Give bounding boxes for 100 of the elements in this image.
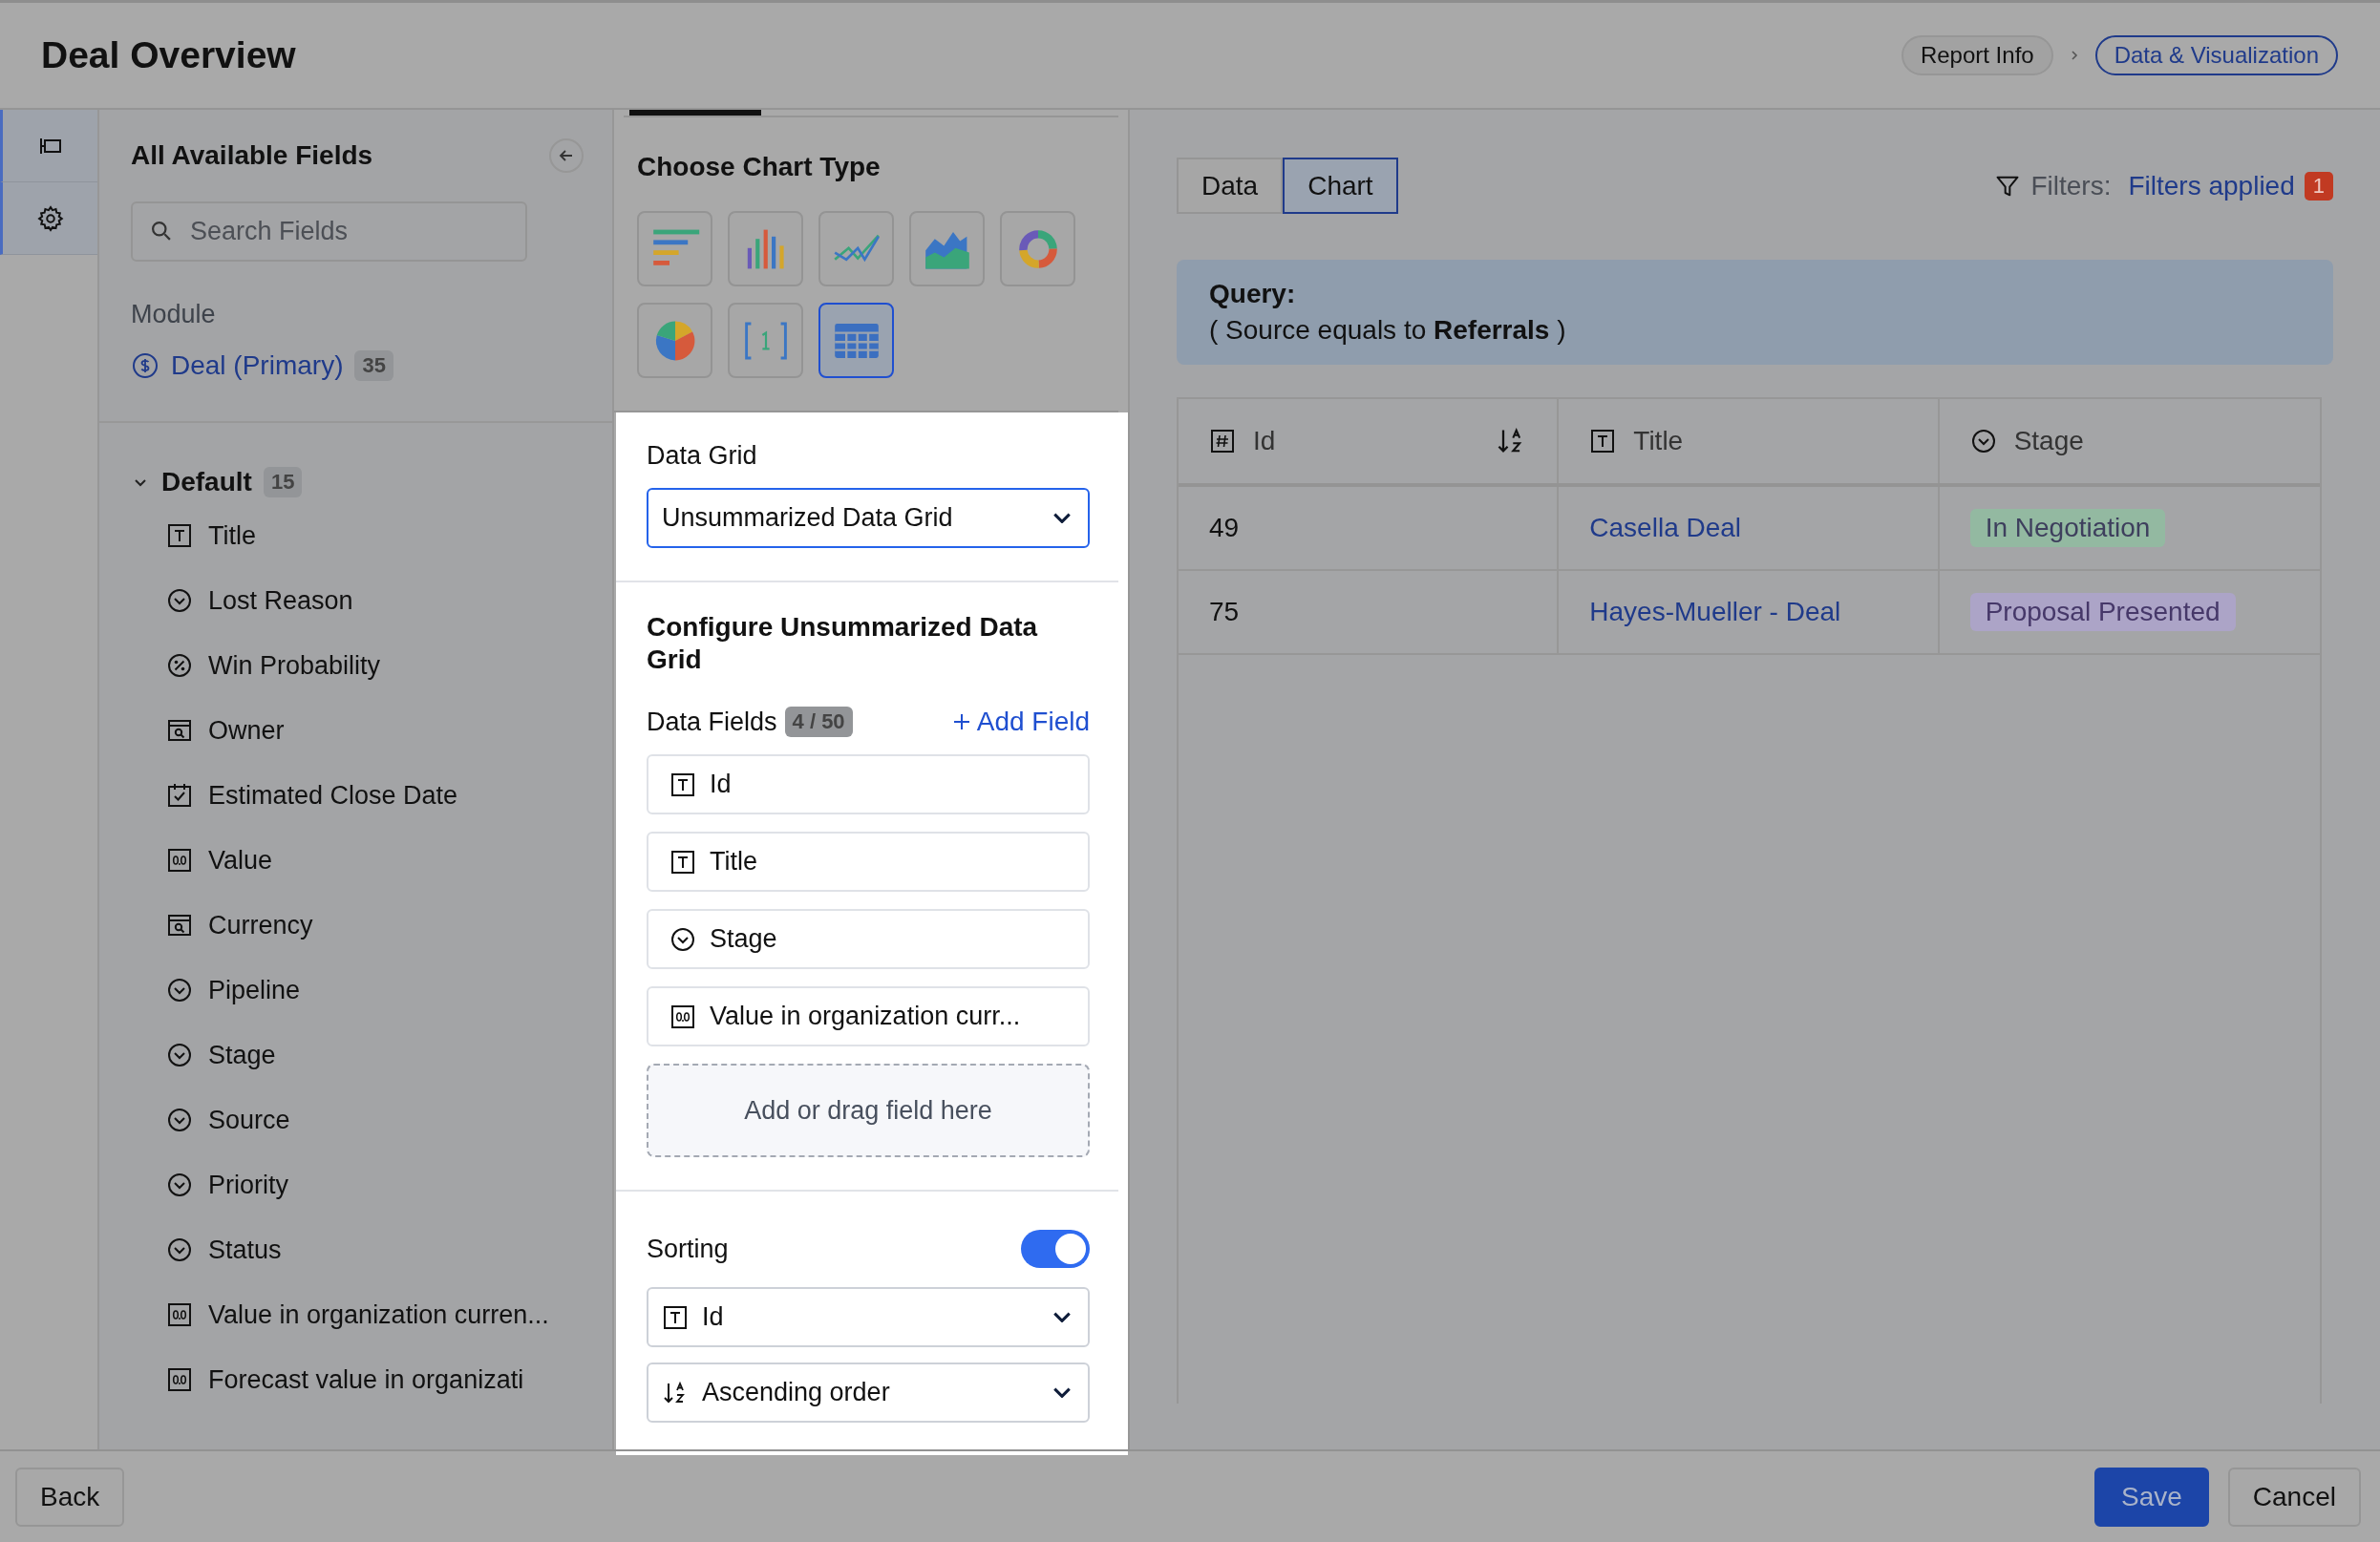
field-item[interactable]: Owner: [208, 715, 285, 746]
text-type-icon: [669, 771, 696, 798]
collapse-button[interactable]: [549, 138, 584, 173]
chart-type-button[interactable]: [728, 303, 803, 378]
column-label: Title: [1633, 426, 1685, 456]
field-item[interactable]: Pipeline: [208, 975, 301, 1005]
chevron-circle-icon: [166, 1236, 193, 1263]
field-item[interactable]: Priority: [208, 1170, 288, 1200]
filters-label: Filters:: [2030, 170, 2112, 201]
field-item[interactable]: Stage: [208, 1040, 276, 1070]
dropdown-value: Unsummarized Data Grid: [662, 503, 954, 533]
column-label: Id: [1253, 426, 1277, 456]
panel-title: All Available Fields: [131, 140, 373, 171]
view-tab[interactable]: Chart: [1283, 158, 1398, 214]
text-type-icon: [662, 1303, 689, 1331]
module-link[interactable]: Deal (Primary): [171, 350, 344, 381]
record-link[interactable]: Casella Deal: [1589, 513, 1742, 543]
chart-type-button[interactable]: [728, 211, 803, 286]
back-button[interactable]: Back: [15, 1467, 125, 1527]
column-header[interactable]: Title: [1559, 399, 1940, 483]
dollar-circle-icon: [131, 351, 159, 380]
cancel-button[interactable]: Cancel: [2227, 1467, 2361, 1527]
column-header[interactable]: Id: [1179, 399, 1560, 483]
module-label: Module: [131, 300, 217, 329]
stage-tag: In Negotiation: [1969, 509, 2166, 547]
dropdown[interactable]: Unsummarized Data Grid: [647, 488, 1090, 548]
drop-zone[interactable]: Add or drag field here: [647, 1064, 1090, 1157]
query-text: ( Source equals to Referrals ): [1209, 315, 1567, 346]
field-item[interactable]: Title: [208, 520, 256, 551]
toggle-switch[interactable]: [1021, 1230, 1090, 1268]
chevron-circle-icon: [166, 1172, 193, 1198]
column-label: Stage: [2013, 426, 2085, 456]
breadcrumb-step[interactable]: Data & Visualization: [2094, 35, 2338, 75]
column-header[interactable]: Stage: [1939, 399, 2320, 483]
data-field-item[interactable]: Stage: [647, 909, 1090, 969]
chevron-circle-icon: [669, 925, 696, 953]
panel-toggle-button[interactable]: [0, 110, 97, 182]
data-field-item[interactable]: Id: [647, 754, 1090, 814]
calendar-check-icon: [166, 782, 193, 809]
view-tab[interactable]: Data: [1177, 158, 1284, 214]
chevron-circle-icon: [166, 587, 193, 614]
data-field-item[interactable]: Title: [647, 832, 1090, 892]
lookup-field-icon: [166, 912, 193, 939]
count-badge: 4 / 50: [784, 707, 853, 737]
table-cell: 75: [1209, 597, 1240, 627]
lookup-field-icon: [166, 717, 193, 744]
field-item[interactable]: Source: [208, 1105, 290, 1135]
field-item[interactable]: Forecast value in organizati: [208, 1364, 524, 1395]
filter-count-badge: 1: [2304, 171, 2333, 201]
settings-button[interactable]: [0, 182, 97, 255]
field-item[interactable]: Currency: [208, 910, 313, 940]
group-name: Default: [161, 467, 252, 497]
field-label: Sorting: [647, 1234, 729, 1264]
stage-tag: Proposal Presented: [1969, 593, 2236, 631]
chevron-circle-icon: [166, 977, 193, 1003]
count-badge: 15: [263, 467, 303, 497]
dropdown[interactable]: Ascending order: [647, 1362, 1090, 1423]
field-label: Data Fields: [647, 707, 777, 737]
table-cell: 49: [1209, 513, 1240, 543]
chevron-circle-icon: [166, 1107, 193, 1133]
chart-type-button[interactable]: [637, 211, 712, 286]
add-field-button[interactable]: Add Field: [949, 707, 1090, 737]
chevron-down-icon: [1053, 513, 1071, 523]
chevron-circle-icon: [1969, 428, 1997, 454]
field-item[interactable]: Value in organization curren...: [208, 1299, 549, 1330]
data-field-item[interactable]: Value in organization curr...: [647, 986, 1090, 1046]
save-button[interactable]: Save: [2094, 1467, 2209, 1527]
filters-link[interactable]: Filters applied: [2128, 170, 2295, 201]
text-type-icon: [669, 848, 696, 876]
chevron-down-icon: [1053, 1312, 1071, 1322]
settings-icon: [35, 203, 65, 233]
chart-type-button[interactable]: [637, 303, 712, 378]
field-item[interactable]: Lost Reason: [208, 585, 353, 616]
chart-type-button[interactable]: [818, 211, 894, 286]
breadcrumb-step[interactable]: Report Info: [1901, 35, 2053, 75]
text-type-icon: [166, 522, 193, 549]
dropdown[interactable]: Id: [647, 1287, 1090, 1347]
chart-type-button[interactable]: [1000, 211, 1075, 286]
chevron-down-icon: [1053, 1387, 1071, 1398]
number-field-icon: [166, 847, 193, 874]
section-title: Choose Chart Type: [636, 151, 882, 182]
section-title: Configure Unsummarized Data Grid: [647, 611, 1039, 676]
field-item[interactable]: Value: [208, 845, 273, 876]
query-title: Query:: [1209, 279, 1297, 309]
dropdown-value: Id: [702, 1302, 725, 1332]
field-item[interactable]: Estimated Close Date: [208, 780, 458, 811]
search-icon: [152, 222, 171, 241]
field-item[interactable]: Status: [208, 1235, 282, 1265]
chart-type-button[interactable]: [909, 211, 985, 286]
field-label: Data Grid: [647, 441, 758, 471]
text-type-icon: [1589, 428, 1617, 454]
field-item[interactable]: Win Probability: [208, 650, 381, 681]
search-field[interactable]: Search Fields: [131, 201, 527, 262]
record-link[interactable]: Hayes-Mueller - Deal: [1589, 597, 1841, 627]
dropdown-value: Ascending order: [702, 1378, 891, 1407]
number-field-icon: [166, 1301, 193, 1328]
number-field-icon: [166, 1366, 193, 1393]
number-field-icon: [669, 1003, 696, 1030]
chart-type-button[interactable]: [818, 303, 894, 378]
count-badge: 35: [354, 350, 393, 381]
